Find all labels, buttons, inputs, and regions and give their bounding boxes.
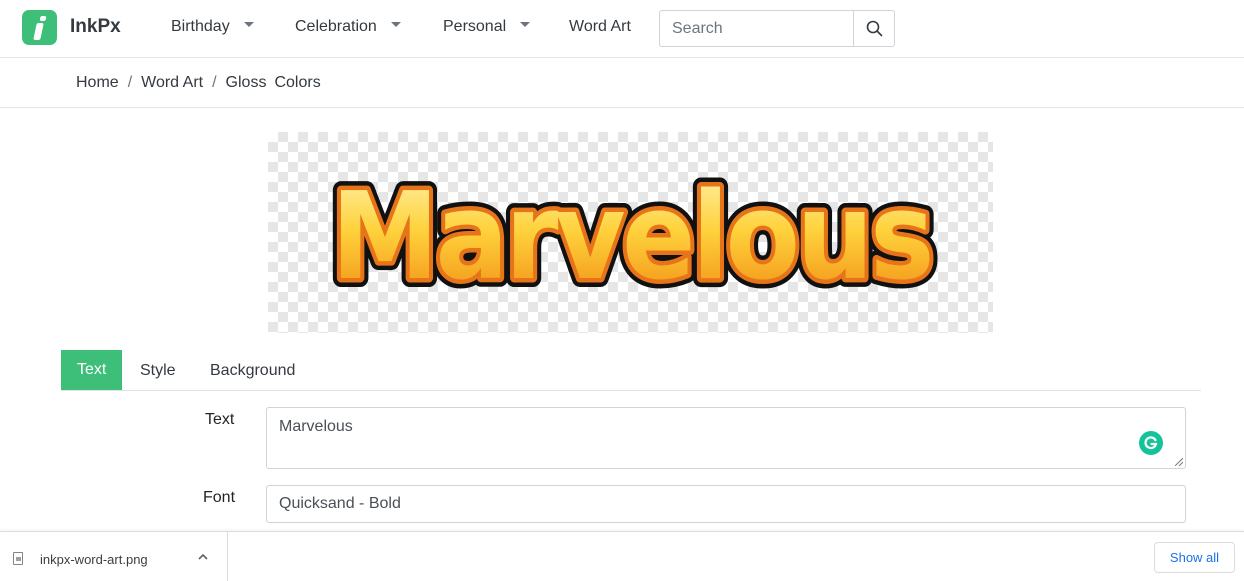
brand-name[interactable]: InkPx (70, 16, 121, 38)
grammarly-icon[interactable] (1139, 431, 1163, 455)
word-art-image: Marvelous Marvelous Marvelous (322, 159, 944, 316)
breadcrumb-home[interactable]: Home (76, 74, 119, 92)
search-icon (866, 20, 882, 37)
show-all-button[interactable]: Show all (1154, 542, 1235, 573)
breadcrumb-bar: Home / Word Art / Gloss Colors (0, 59, 1244, 108)
tab-style[interactable]: Style (140, 350, 176, 390)
font-select[interactable]: Quicksand - Bold (266, 485, 1186, 523)
breadcrumb-gloss[interactable]: Gloss (226, 74, 267, 92)
editor-tabs: Text Style Background (61, 350, 1201, 391)
font-field-label: Font (203, 489, 236, 506)
breadcrumb-separator: / (127, 74, 133, 91)
caret-down-icon (390, 22, 401, 27)
text-input[interactable]: Marvelous (266, 407, 1186, 469)
word-art-preview: Marvelous Marvelous Marvelous (268, 132, 993, 333)
tab-text[interactable]: Text (61, 350, 123, 390)
nav-birthday-label: Birthday (171, 18, 230, 35)
caret-down-icon (520, 22, 531, 27)
nav-celebration-dropdown[interactable]: Celebration (295, 18, 401, 36)
breadcrumb-separator: / (212, 74, 217, 91)
nav-birthday-dropdown[interactable]: Birthday (171, 18, 254, 36)
search-input[interactable] (660, 11, 853, 46)
nav-word-art-link[interactable]: Word Art (569, 18, 631, 36)
download-filename: inkpx-word-art.png (40, 552, 148, 567)
file-image-icon (13, 552, 23, 565)
download-shelf: inkpx-word-art.png Show all (0, 531, 1244, 581)
text-input-value: Marvelous (279, 418, 353, 435)
resize-handle-icon[interactable] (1175, 458, 1183, 466)
inkpx-logo-icon[interactable] (22, 10, 57, 45)
nav-celebration-label: Celebration (295, 18, 377, 35)
breadcrumb-word-art[interactable]: Word Art (141, 74, 203, 92)
search-form (659, 10, 895, 47)
download-item[interactable]: inkpx-word-art.png (0, 532, 228, 581)
nav-personal-dropdown[interactable]: Personal (443, 18, 531, 36)
breadcrumb-current: Colors (274, 74, 321, 91)
search-button[interactable] (853, 11, 894, 46)
text-field-label: Text (205, 411, 235, 428)
caret-down-icon (243, 22, 254, 27)
breadcrumb: Home / Word Art / Gloss Colors (76, 74, 321, 92)
tab-background[interactable]: Background (210, 350, 295, 390)
nav-personal-label: Personal (443, 18, 507, 35)
top-navbar: InkPx Birthday Celebration Personal Word… (0, 0, 1244, 58)
word-art-text: Marvelous (331, 168, 931, 307)
chevron-up-icon[interactable] (197, 552, 209, 562)
